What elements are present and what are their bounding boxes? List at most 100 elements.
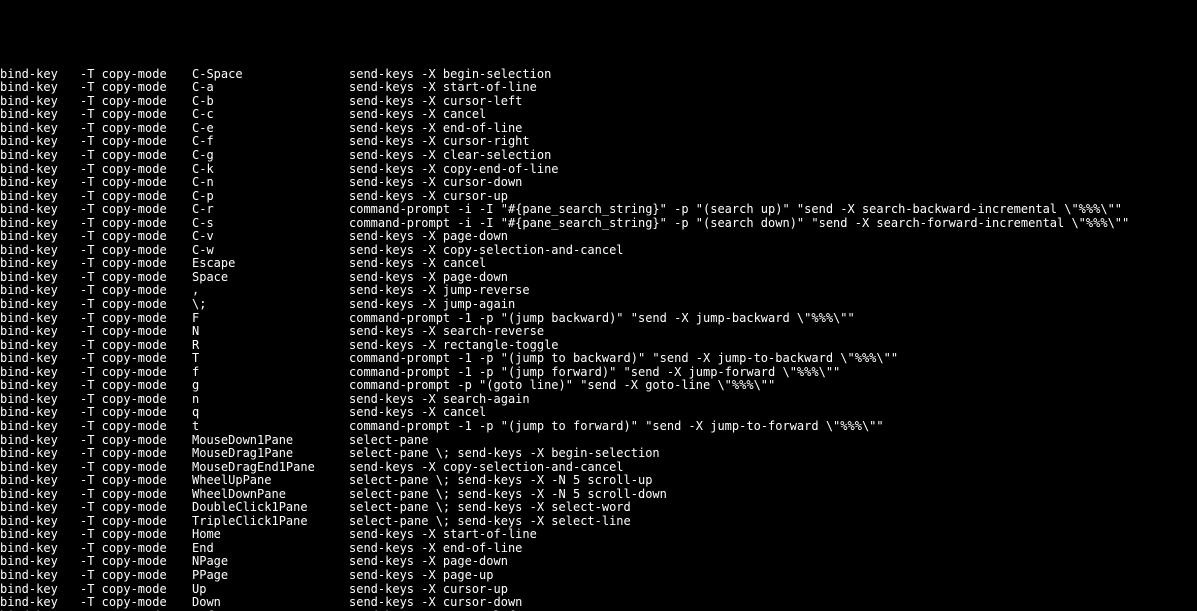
bind-action: send-keys -X copy-selection-and-cancel: [349, 244, 624, 258]
bind-command: bind-key: [0, 393, 80, 407]
bind-table-option: -T copy-mode: [80, 298, 192, 312]
bind-action: send-keys -X end-of-line: [349, 542, 522, 556]
bind-action: select-pane \; send-keys -X select-line: [349, 515, 631, 529]
binding-row: bind-key-T copy-modeNsend-keys -X search…: [0, 325, 1197, 339]
bind-key-name: NPage: [192, 555, 349, 569]
bind-command: bind-key: [0, 339, 80, 353]
binding-row: bind-key-T copy-modeEndsend-keys -X end-…: [0, 542, 1197, 556]
bind-command: bind-key: [0, 271, 80, 285]
bind-action: send-keys -X cancel: [349, 108, 486, 122]
binding-row: bind-key-T copy-modeC-wsend-keys -X copy…: [0, 244, 1197, 258]
bind-key-name: Home: [192, 528, 349, 542]
bind-command: bind-key: [0, 203, 80, 217]
binding-row: bind-key-T copy-modeEscapesend-keys -X c…: [0, 257, 1197, 271]
binding-row: bind-key-T copy-modensend-keys -X search…: [0, 393, 1197, 407]
bind-action: command-prompt -i -I "#{pane_search_stri…: [349, 217, 1129, 231]
bind-action: send-keys -X cursor-right: [349, 135, 530, 149]
bind-command: bind-key: [0, 312, 80, 326]
bind-action: send-keys -X begin-selection: [349, 68, 551, 82]
bind-key-name: Up: [192, 583, 349, 597]
bind-command: bind-key: [0, 257, 80, 271]
bind-command: bind-key: [0, 95, 80, 109]
bind-key-name: TripleClick1Pane: [192, 515, 349, 529]
bind-key-name: F: [192, 312, 349, 326]
bind-key-name: C-c: [192, 108, 349, 122]
bind-command: bind-key: [0, 352, 80, 366]
bind-key-name: Left: [192, 610, 349, 611]
bind-table-option: -T copy-mode: [80, 583, 192, 597]
binding-row: bind-key-T copy-modeDownsend-keys -X cur…: [0, 596, 1197, 610]
bind-table-option: -T copy-mode: [80, 515, 192, 529]
bind-key-name: Escape: [192, 257, 349, 271]
bind-action: select-pane: [349, 434, 428, 448]
bind-table-option: -T copy-mode: [80, 434, 192, 448]
bind-table-option: -T copy-mode: [80, 406, 192, 420]
bind-action: send-keys -X cursor-left: [349, 610, 522, 611]
binding-row: bind-key-T copy-mode\;send-keys -X jump-…: [0, 298, 1197, 312]
bind-key-name: WheelDownPane: [192, 488, 349, 502]
binding-row: bind-key-T copy-modeC-psend-keys -X curs…: [0, 190, 1197, 204]
bind-command: bind-key: [0, 176, 80, 190]
bind-table-option: -T copy-mode: [80, 447, 192, 461]
bind-action: send-keys -X start-of-line: [349, 81, 537, 95]
bind-table-option: -T copy-mode: [80, 271, 192, 285]
binding-row: bind-key-T copy-modeC-esend-keys -X end-…: [0, 122, 1197, 136]
bind-key-name: Space: [192, 271, 349, 285]
bind-key-name: n: [192, 393, 349, 407]
bind-key-name: C-g: [192, 149, 349, 163]
binding-row: bind-key-T copy-modeWheelUpPaneselect-pa…: [0, 474, 1197, 488]
bind-action: send-keys -X page-down: [349, 555, 508, 569]
bind-command: bind-key: [0, 108, 80, 122]
bind-command: bind-key: [0, 149, 80, 163]
bind-command: bind-key: [0, 244, 80, 258]
bind-action: send-keys -X start-of-line: [349, 528, 537, 542]
binding-row: bind-key-T copy-modeTcommand-prompt -1 -…: [0, 352, 1197, 366]
bind-table-option: -T copy-mode: [80, 108, 192, 122]
binding-row: bind-key-T copy-modeNPagesend-keys -X pa…: [0, 555, 1197, 569]
binding-row: bind-key-T copy-modeC-nsend-keys -X curs…: [0, 176, 1197, 190]
bind-command: bind-key: [0, 461, 80, 475]
binding-row: bind-key-T copy-modeqsend-keys -X cancel: [0, 406, 1197, 420]
bind-command: bind-key: [0, 501, 80, 515]
bind-command: bind-key: [0, 325, 80, 339]
binding-row: bind-key-T copy-modetcommand-prompt -1 -…: [0, 420, 1197, 434]
bind-table-option: -T copy-mode: [80, 325, 192, 339]
bind-table-option: -T copy-mode: [80, 461, 192, 475]
bind-table-option: -T copy-mode: [80, 284, 192, 298]
bind-table-option: -T copy-mode: [80, 149, 192, 163]
bind-table-option: -T copy-mode: [80, 569, 192, 583]
bind-action: send-keys -X search-reverse: [349, 325, 544, 339]
bind-key-name: DoubleClick1Pane: [192, 501, 349, 515]
bind-key-name: Down: [192, 596, 349, 610]
bind-command: bind-key: [0, 420, 80, 434]
binding-row: bind-key-T copy-mode,send-keys -X jump-r…: [0, 284, 1197, 298]
bind-key-name: C-p: [192, 190, 349, 204]
bind-key-name: PPage: [192, 569, 349, 583]
bind-action: send-keys -X page-down: [349, 230, 508, 244]
terminal-output[interactable]: bind-key-T copy-modeC-Spacesend-keys -X …: [0, 68, 1197, 611]
bind-table-option: -T copy-mode: [80, 203, 192, 217]
bind-command: bind-key: [0, 284, 80, 298]
binding-row: bind-key-T copy-modeDoubleClick1Panesele…: [0, 501, 1197, 515]
bind-action: command-prompt -1 -p "(jump to forward)"…: [349, 420, 884, 434]
bind-table-option: -T copy-mode: [80, 244, 192, 258]
bind-key-name: C-r: [192, 203, 349, 217]
bind-action: send-keys -X page-down: [349, 271, 508, 285]
bind-table-option: -T copy-mode: [80, 610, 192, 611]
bind-key-name: T: [192, 352, 349, 366]
binding-row: bind-key-T copy-modeC-scommand-prompt -i…: [0, 217, 1197, 231]
bind-action: send-keys -X clear-selection: [349, 149, 551, 163]
bind-action: send-keys -X cursor-down: [349, 176, 522, 190]
bind-action: send-keys -X jump-reverse: [349, 284, 530, 298]
bind-table-option: -T copy-mode: [80, 366, 192, 380]
bind-key-name: C-f: [192, 135, 349, 149]
bind-table-option: -T copy-mode: [80, 230, 192, 244]
bind-table-option: -T copy-mode: [80, 190, 192, 204]
binding-row: bind-key-T copy-modeC-asend-keys -X star…: [0, 81, 1197, 95]
bind-key-name: ,: [192, 284, 349, 298]
bind-command: bind-key: [0, 528, 80, 542]
bind-action: send-keys -X search-again: [349, 393, 530, 407]
bind-table-option: -T copy-mode: [80, 217, 192, 231]
bind-command: bind-key: [0, 569, 80, 583]
binding-row: bind-key-T copy-modeRsend-keys -X rectan…: [0, 339, 1197, 353]
